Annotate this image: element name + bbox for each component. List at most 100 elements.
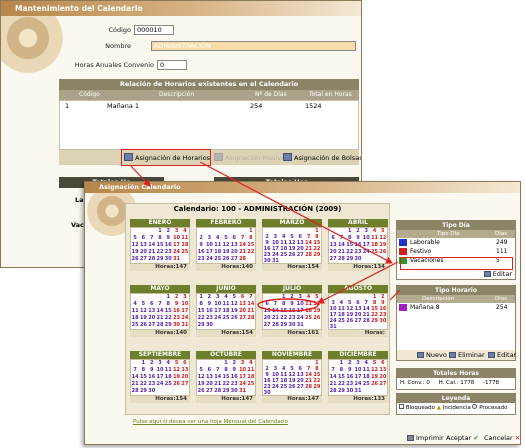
eliminar-button[interactable]: Eliminar (449, 350, 485, 360)
day-cell[interactable]: 3 (238, 360, 246, 367)
day-cell[interactable]: 30 (263, 258, 271, 264)
day-cell[interactable]: 4 (131, 301, 139, 308)
day-cell[interactable]: 8 (346, 235, 354, 242)
day-cell[interactable]: 3 (172, 228, 180, 235)
day-cell[interactable]: 3 (362, 228, 370, 235)
day-cell[interactable]: 26 (288, 384, 296, 390)
day-cell[interactable]: 27 (296, 384, 304, 390)
day-cell[interactable]: 27 (296, 252, 304, 258)
day-cell[interactable]: 9 (164, 235, 172, 242)
day-cell[interactable]: 30 (148, 388, 156, 395)
asignacion-bolsas-button[interactable]: Asignación de Bolsas (283, 153, 361, 163)
day-cell[interactable]: 10 (354, 367, 362, 374)
day-cell[interactable]: 19 (230, 308, 238, 315)
day-cell[interactable]: 19 (222, 249, 230, 256)
day-cell[interactable]: 28 (329, 388, 337, 395)
day-cell[interactable]: 26 (139, 322, 147, 329)
day-cell[interactable]: 5 (379, 228, 387, 235)
day-cell[interactable]: 22 (197, 315, 205, 322)
day-cell[interactable]: 24 (271, 384, 279, 390)
day-cell[interactable]: 7 (156, 301, 164, 308)
day-cell[interactable]: 26 (370, 381, 378, 388)
day-cell[interactable]: 8 (337, 367, 345, 374)
day-cell[interactable]: 5 (139, 301, 147, 308)
day-cell[interactable]: 23 (172, 315, 180, 322)
day-cell[interactable]: 12 (379, 235, 387, 242)
day-cell[interactable]: 30 (379, 318, 387, 324)
day-cell[interactable]: 18 (304, 308, 312, 315)
day-cell[interactable]: 19 (172, 374, 180, 381)
day-cell[interactable]: 20 (263, 315, 271, 322)
day-cell[interactable]: 7 (131, 367, 139, 374)
day-cell[interactable]: 13 (263, 308, 271, 315)
day-cell[interactable]: 27 (230, 256, 238, 263)
day-cell[interactable]: 28 (304, 384, 312, 390)
day-cell[interactable]: 2 (148, 360, 156, 367)
day-cell[interactable]: 30 (354, 256, 362, 263)
codigo-input[interactable]: 000010 (134, 25, 174, 35)
day-cell[interactable]: 20 (230, 249, 238, 256)
day-cell[interactable]: 27 (329, 256, 337, 263)
day-cell[interactable]: 22 (156, 249, 164, 256)
day-cell[interactable]: 13 (205, 374, 213, 381)
day-cell[interactable]: 24 (181, 315, 189, 322)
day-cell[interactable]: 17 (172, 242, 180, 249)
day-cell[interactable]: 31 (238, 388, 246, 395)
table-row[interactable]: 1 Mañana 1 254 1524 (60, 101, 358, 111)
day-cell[interactable]: 1 (164, 294, 172, 301)
day-cell[interactable]: 4 (362, 360, 370, 367)
day-cell[interactable]: 31 (354, 388, 362, 395)
day-cell[interactable]: 7 (238, 235, 246, 242)
day-cell[interactable]: 6 (148, 301, 156, 308)
day-cell[interactable]: 16 (205, 308, 213, 315)
horario-editar-button[interactable]: Editar (488, 350, 516, 360)
horas-convenio-input[interactable]: 0 (157, 60, 187, 70)
day-cell[interactable]: 25 (280, 384, 288, 390)
day-cell[interactable]: 10 (296, 301, 304, 308)
day-cell[interactable]: 25 (337, 318, 345, 324)
day-cell[interactable]: 20 (205, 381, 213, 388)
day-cell[interactable]: 6 (263, 301, 271, 308)
day-cell[interactable]: 25 (131, 322, 139, 329)
day-cell[interactable]: 3 (181, 294, 189, 301)
day-cell[interactable]: 31 (329, 324, 337, 330)
monthly-sheet-link[interactable]: Pulse aquí si desea ver una hoja Mensual… (133, 419, 288, 425)
day-cell[interactable]: 24 (354, 381, 362, 388)
day-cell[interactable]: 25 (164, 381, 172, 388)
day-cell[interactable]: 20 (329, 249, 337, 256)
day-cell[interactable]: 28 (214, 388, 222, 395)
day-cell[interactable]: 21 (156, 315, 164, 322)
day-cell[interactable]: 28 (362, 318, 370, 324)
day-cell[interactable]: 4 (164, 360, 172, 367)
day-cell[interactable]: 9 (197, 242, 205, 249)
day-cell[interactable]: 2 (172, 294, 180, 301)
day-cell[interactable]: 8 (247, 235, 255, 242)
day-cell[interactable]: 26 (379, 249, 387, 256)
day-cell[interactable]: 23 (354, 249, 362, 256)
cancelar-button[interactable]: Cancelar ✕ (484, 433, 520, 443)
day-cell[interactable]: 30 (263, 390, 271, 396)
day-cell[interactable]: 29 (313, 252, 321, 258)
day-cell[interactable]: 16 (230, 374, 238, 381)
day-cell[interactable]: 1 (346, 228, 354, 235)
day-cell[interactable]: 30 (172, 322, 180, 329)
day-cell[interactable]: 8 (222, 367, 230, 374)
day-cell[interactable]: 15 (346, 242, 354, 249)
day-cell[interactable]: 23 (197, 256, 205, 263)
day-cell[interactable]: 16 (354, 242, 362, 249)
day-cell[interactable]: 15 (164, 308, 172, 315)
day-cell[interactable]: 21 (337, 249, 345, 256)
day-cell[interactable]: 15 (156, 242, 164, 249)
day-cell[interactable]: 11 (362, 367, 370, 374)
day-cell[interactable]: 22 (139, 381, 147, 388)
day-cell[interactable]: 11 (370, 235, 378, 242)
day-cell[interactable]: 9 (288, 301, 296, 308)
day-cell[interactable]: 14 (148, 242, 156, 249)
day-cell[interactable]: 8 (164, 301, 172, 308)
day-cell[interactable]: 26 (288, 252, 296, 258)
day-cell[interactable]: 31 (296, 322, 304, 329)
day-cell[interactable]: 7 (148, 235, 156, 242)
day-cell[interactable]: 4 (304, 294, 312, 301)
day-cell[interactable]: 6 (181, 360, 189, 367)
day-cell[interactable]: 18 (181, 242, 189, 249)
